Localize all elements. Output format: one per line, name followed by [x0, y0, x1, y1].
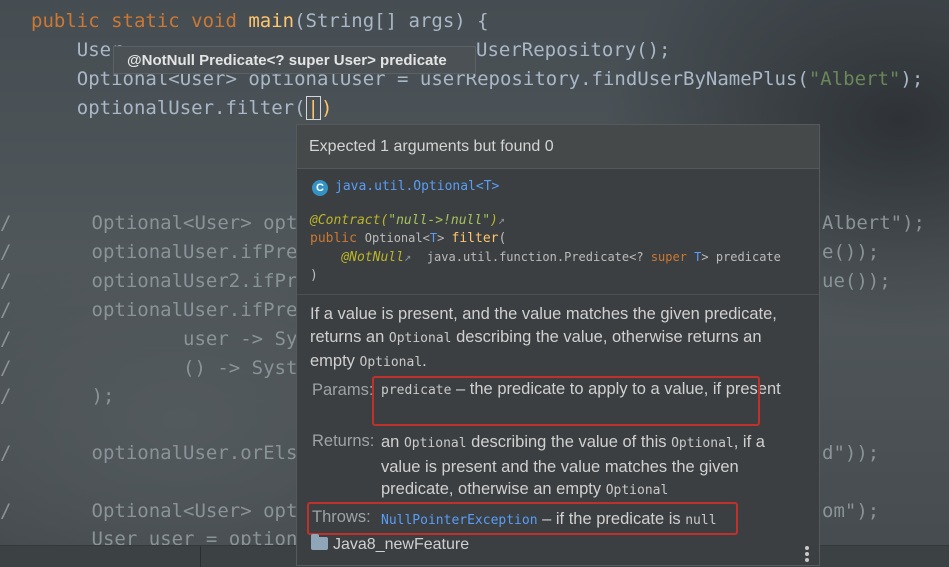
code-text: / optionalUser2.ifPr — [0, 270, 298, 292]
parameter-super: super — [650, 250, 687, 264]
highlight-box-throws — [307, 502, 738, 535]
code-text: / Optional<User> opt — [0, 212, 298, 234]
code-keyword: public static void — [31, 10, 249, 32]
code-line-main: public static void main(String[] args) { — [31, 7, 489, 35]
code-line-commented: / optionalUser.orEls — [0, 439, 297, 467]
code-text: optionalUser.filter( — [31, 97, 306, 119]
description-code: Optional — [388, 330, 452, 346]
annotation-name: @Contract( — [310, 213, 389, 228]
code-line-commented-tail: om"); — [822, 497, 879, 525]
returns-text: describing the value of this — [466, 433, 672, 451]
code-string: "Albert" — [808, 68, 901, 90]
returns-body: an Optional describing the value of this… — [381, 431, 801, 503]
code-method-name: main — [248, 10, 295, 32]
code-line-commented: / Optional<User> opt — [0, 209, 297, 237]
method-signature: public Optional<T> filter( — [310, 231, 506, 246]
signature-modifier: public — [310, 231, 365, 246]
signature-close: ) — [310, 268, 318, 283]
description-code: Optional — [359, 355, 423, 370]
divider — [200, 546, 201, 567]
parameter-type: java.util.function.Predicate — [426, 250, 630, 264]
code-text: / ); — [0, 385, 115, 407]
class-link[interactable]: java.util.Optional<T> — [335, 179, 499, 194]
code-text: om"); — [822, 500, 880, 522]
code-text: ue()); — [822, 270, 891, 292]
code-text: / optionalUser.orEls — [0, 442, 298, 464]
contract-annotation: @Contract("null->!null")↗ — [310, 213, 505, 228]
parameter-generic: <? — [629, 250, 651, 264]
annotation-close: ) — [490, 213, 498, 228]
module-name: Java8_newFeature — [333, 536, 470, 553]
code-text: / Optional<User> opt — [0, 500, 298, 522]
signature-type-param: T — [429, 231, 438, 245]
signature-method-name: filter — [451, 231, 499, 246]
signature-section: C java.util.Optional<T> @Contract("null-… — [297, 170, 819, 295]
highlight-box-params — [372, 376, 760, 426]
parameter-name: > predicate — [701, 250, 781, 264]
code-line-commented-tail: d")); — [822, 439, 879, 467]
external-link-icon[interactable]: ↗ — [498, 213, 505, 227]
code-text: ) — [321, 97, 333, 119]
code-line-commented: / Optional<User> opt — [0, 497, 297, 525]
code-line-commented-tail: ue()); — [822, 267, 891, 295]
code-text: / optionalUser.ifPre — [0, 241, 298, 263]
error-text: Expected 1 arguments but found 0 — [309, 138, 554, 155]
code-line-commented: / () -> Syst — [0, 354, 297, 382]
code-line-commented-tail: Albert"); — [822, 209, 925, 237]
code-text: / () -> Syst — [0, 357, 298, 379]
code-line-commented: / optionalUser.ifPre — [0, 238, 297, 266]
parameter-type-param: T — [686, 250, 702, 264]
code-line-commented: / user -> Sy — [0, 325, 297, 353]
code-line-commented: / ); — [0, 382, 114, 410]
external-link-icon[interactable]: ↗ — [404, 250, 411, 264]
returns-code: Optional — [605, 483, 669, 498]
code-text: User — [31, 39, 123, 61]
code-text: ); — [900, 68, 924, 90]
parameter-info-tooltip: @NotNull Predicate<? super User> predica… — [113, 46, 476, 74]
code-line-filter: optionalUser.filter(|) — [31, 94, 332, 122]
signature-bracket: < — [422, 231, 430, 245]
quick-documentation-popup[interactable]: Expected 1 arguments but found 0 C java.… — [296, 124, 820, 566]
module-footer: Java8_newFeature — [311, 534, 470, 554]
signature-return-type: Optional — [364, 231, 423, 245]
code-text: (String[] args) { — [294, 10, 489, 32]
text-caret: | — [305, 96, 321, 120]
code-text: / user -> Sy — [0, 328, 298, 350]
code-line-commented: / optionalUser.ifPre — [0, 296, 297, 324]
returns-label: Returns: — [312, 432, 375, 450]
returns-code: Optional — [403, 436, 467, 451]
params-label: Params: — [312, 381, 374, 399]
signature-paren: ( — [498, 231, 507, 246]
more-options-icon[interactable] — [805, 546, 809, 564]
code-text: e()); — [822, 241, 880, 263]
description-text: . — [422, 352, 427, 370]
returns-code: Optional — [671, 436, 734, 451]
annotation-value: "null->!null" — [388, 213, 491, 228]
code-text: d")); — [822, 442, 880, 464]
error-message: Expected 1 arguments but found 0 — [297, 125, 819, 169]
code-line-user-tail: UserRepository(); — [476, 36, 670, 64]
method-parameter: @NotNull↗ java.util.function.Predicate<?… — [310, 250, 781, 265]
method-description: If a value is present, and the value mat… — [310, 303, 805, 375]
code-text: Albert"); — [822, 212, 925, 234]
module-folder-icon — [311, 534, 328, 550]
code-line-user: User — [31, 36, 123, 64]
parameter-annotation: @NotNull — [341, 250, 404, 265]
parameter-info-text: @NotNull Predicate<? super User> predica… — [127, 52, 447, 69]
code-line-commented: / optionalUser2.ifPr — [0, 267, 297, 295]
signature-bracket: > — [437, 231, 452, 245]
code-line-commented-tail: e()); — [822, 238, 879, 266]
returns-text: an — [381, 433, 404, 451]
code-text: / optionalUser.ifPre — [0, 299, 298, 321]
class-icon: C — [312, 180, 328, 196]
code-text: UserRepository(); — [476, 39, 671, 61]
